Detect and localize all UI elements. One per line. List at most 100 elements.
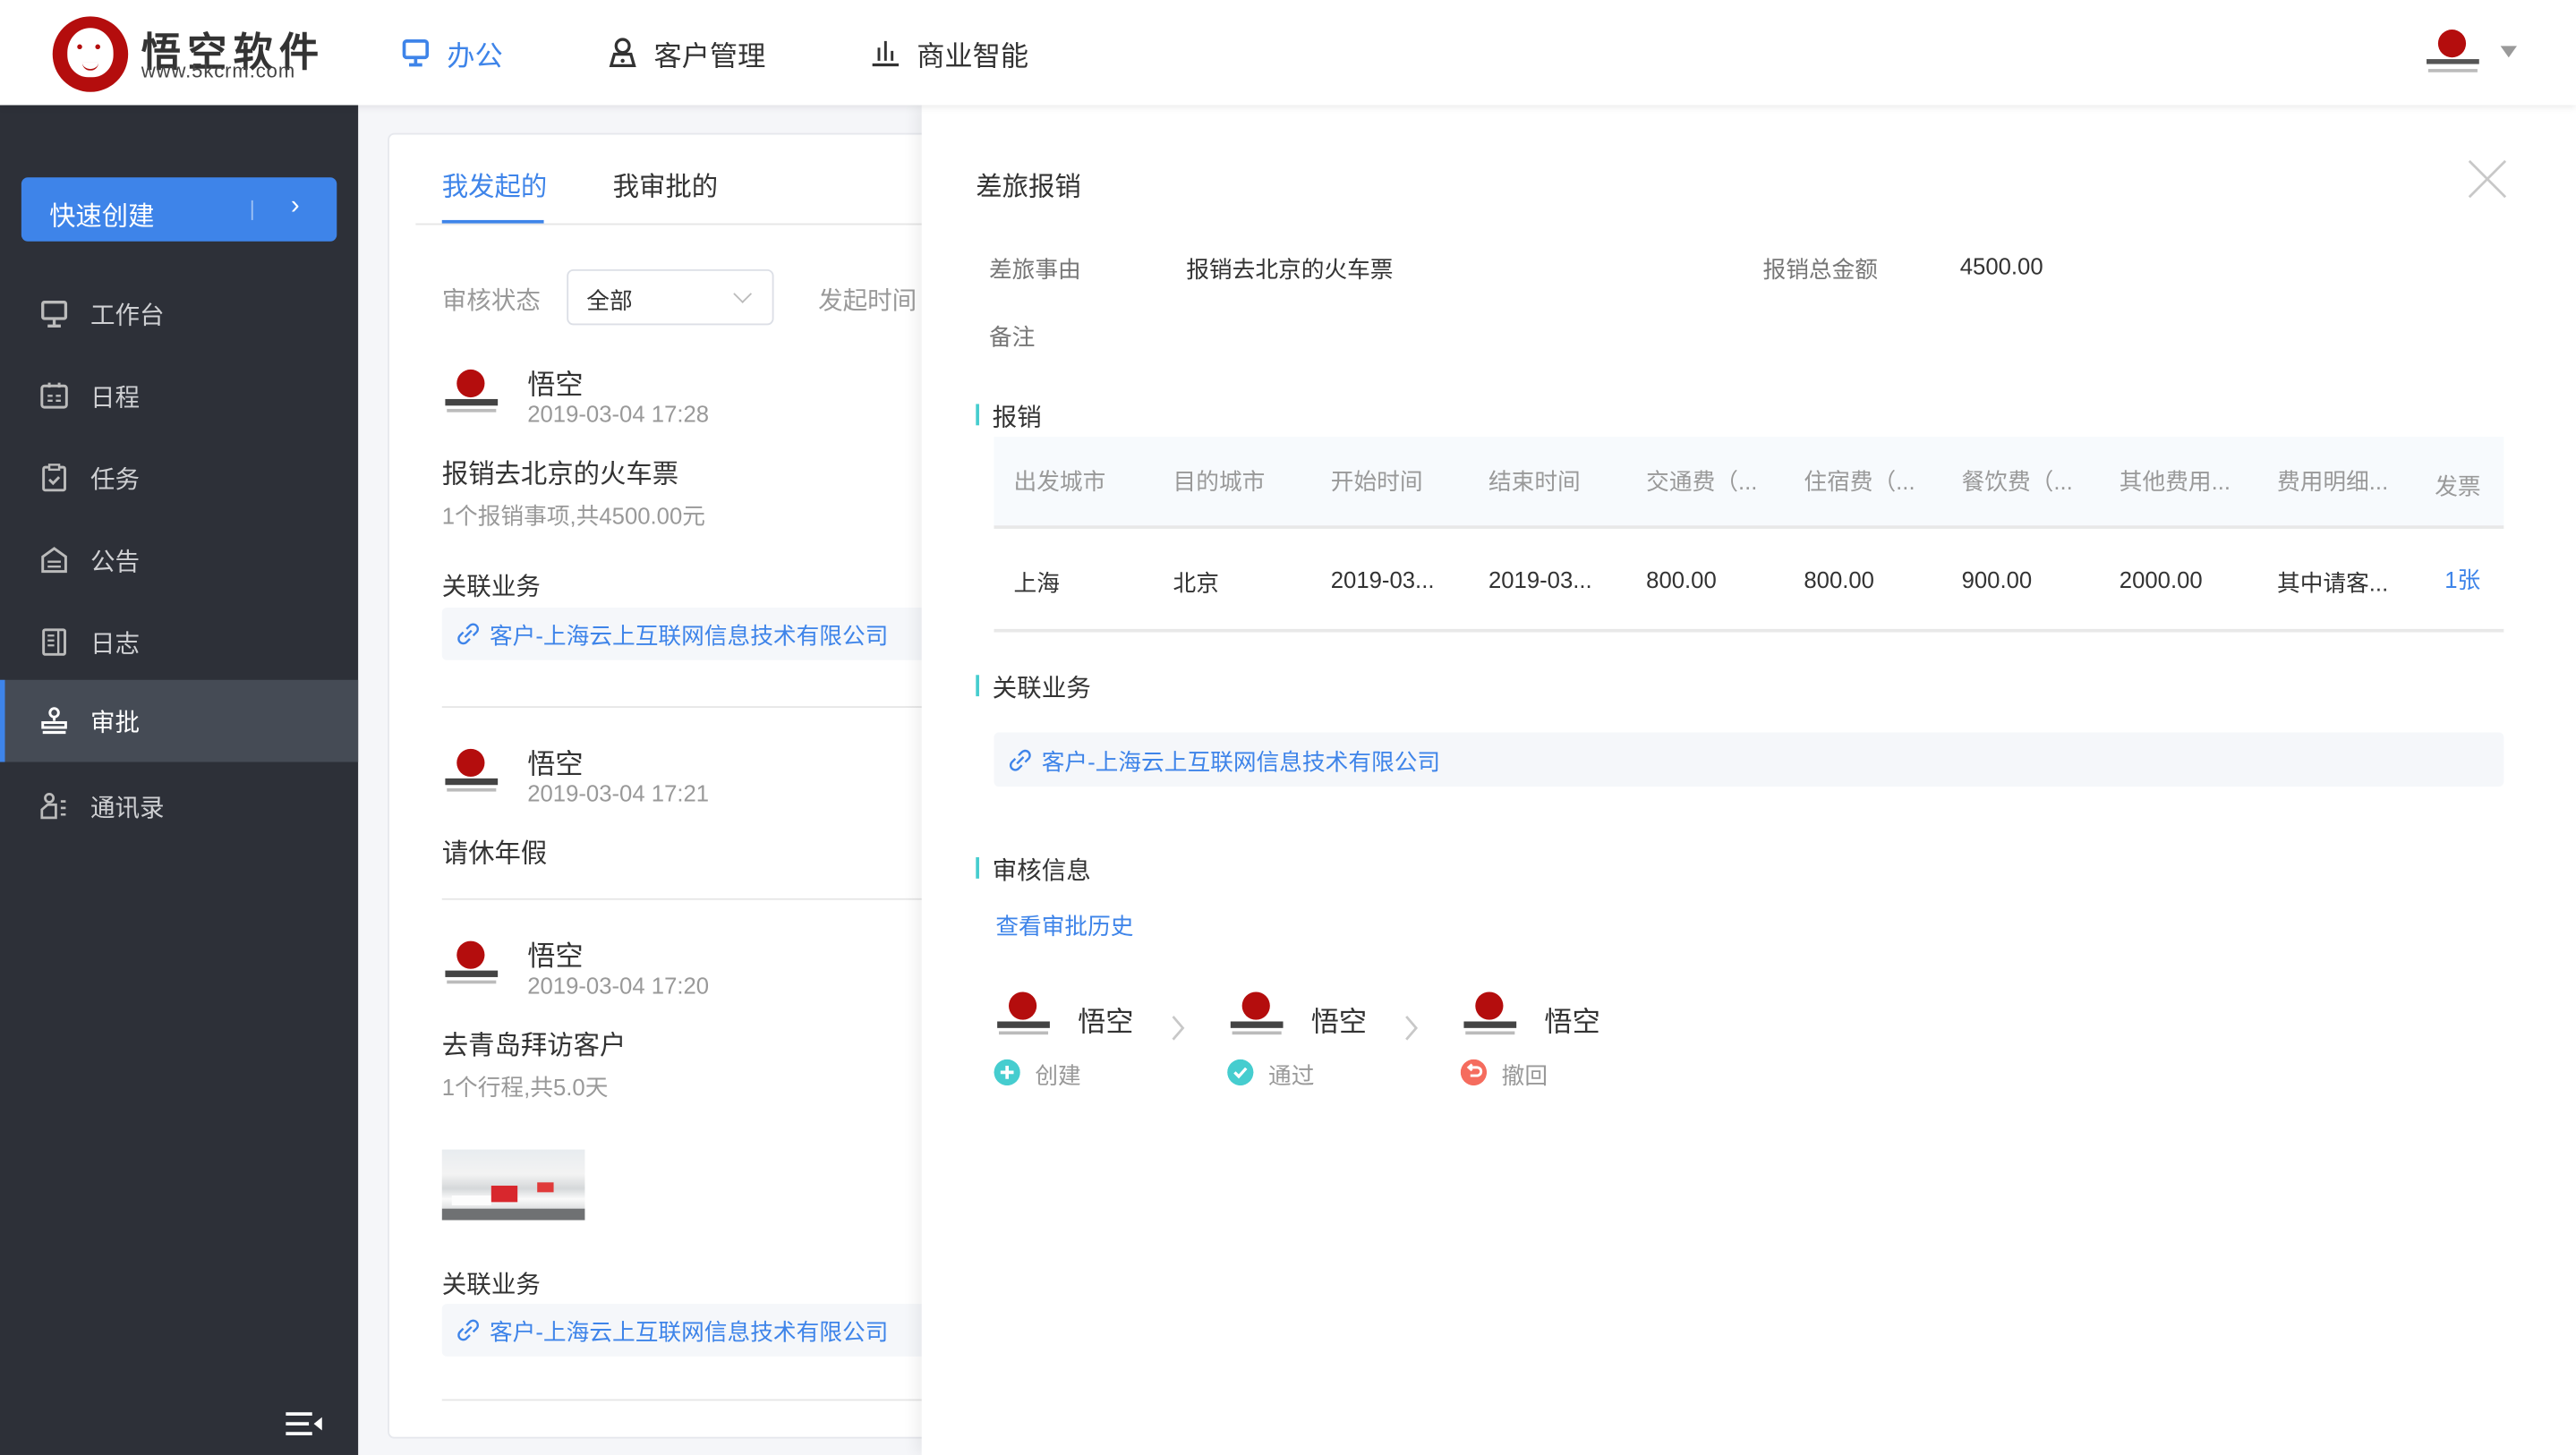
section-title-related: 关联业务	[976, 670, 1091, 705]
card-user-name: 悟空	[527, 748, 584, 780]
table-cell: 900.00	[1961, 566, 2033, 593]
nav-customer-management[interactable]: 客户管理	[608, 30, 765, 75]
calendar-icon	[38, 379, 71, 413]
link-icon	[457, 623, 479, 645]
table-cell: 上海	[1013, 569, 1060, 597]
chevron-down-icon	[733, 285, 753, 303]
status-filter-label: 审核状态	[441, 287, 541, 316]
step-status: 撤回	[1501, 1062, 1548, 1089]
sidebar-item-workbench[interactable]: 工作台	[0, 273, 358, 355]
approver-name: 悟空	[1544, 1006, 1600, 1038]
step-status: 创建	[1035, 1062, 1081, 1089]
nav-business-intelligence[interactable]: 商业智能	[871, 30, 1028, 75]
tab-divider	[415, 223, 942, 225]
related-business-link[interactable]: 客户-上海云上互联网信息技术有限公司	[441, 1304, 935, 1357]
drawer-title: 差旅报销	[976, 174, 1081, 202]
sidebar-item-schedule[interactable]: 日程	[0, 354, 358, 437]
related-business-label: 关联业务	[441, 1271, 541, 1299]
sidebar-item-log[interactable]: 日志	[0, 601, 358, 684]
approver-name: 悟空	[1078, 1006, 1134, 1038]
status-filter-value: 全部	[586, 287, 633, 314]
quick-create-button[interactable]: 快速创建 ›	[21, 177, 337, 242]
sidebar-item-label: 日程	[90, 383, 141, 412]
active-tab-indicator	[441, 219, 544, 224]
announcement-icon	[38, 543, 71, 576]
list-item[interactable]: 悟空 2019-03-04 17:21 请休年假	[441, 741, 945, 900]
column-header: 出发城市	[1013, 468, 1106, 495]
sidebar-item-label: 任务	[90, 465, 141, 494]
plus-circle-icon	[994, 1059, 1020, 1086]
divider	[441, 706, 935, 708]
column-header: 结束时间	[1488, 468, 1581, 495]
table-row: 上海 北京 2019-03... 2019-03... 800.00 800.0…	[994, 529, 2504, 633]
stamp-icon	[38, 704, 71, 737]
card-time: 2019-03-04 17:28	[527, 400, 710, 428]
user-avatar[interactable]	[2423, 24, 2483, 84]
link-icon	[1009, 749, 1031, 771]
monitor-icon	[402, 39, 430, 67]
column-header: 其他费用...	[2119, 468, 2231, 495]
caret-down-icon[interactable]	[2500, 46, 2517, 58]
detail-drawer: 差旅报销 差旅事由 报销去北京的火车票 报销总金额 4500.00 备注 报销 …	[921, 105, 2576, 1455]
attachment-image[interactable]	[441, 1149, 585, 1221]
status-filter-select[interactable]: 全部	[567, 268, 774, 326]
approval-step: 悟空 通过	[1227, 986, 1424, 1102]
section-title-audit: 审核信息	[976, 852, 1091, 887]
related-business-link[interactable]: 客户-上海云上互联网信息技术有限公司	[994, 732, 2504, 787]
related-business-text: 客户-上海云上互联网信息技术有限公司	[489, 1318, 889, 1346]
approver-name: 悟空	[1310, 1006, 1368, 1038]
nav-office[interactable]: 办公	[401, 30, 503, 75]
view-approval-history-link[interactable]: 查看审批历史	[995, 910, 1133, 943]
card-user-name: 悟空	[527, 369, 584, 401]
related-business-text: 客户-上海云上互联网信息技术有限公司	[1041, 748, 1441, 776]
table-cell: 2019-03...	[1488, 566, 1592, 593]
invoice-link[interactable]: 1张	[2444, 563, 2480, 596]
collapse-menu-icon[interactable]	[283, 1409, 326, 1439]
chevron-right-icon	[1405, 1016, 1419, 1041]
column-header: 目的城市	[1173, 468, 1266, 495]
table-cell: 800.00	[1804, 566, 1874, 593]
nav-bi-label: 商业智能	[917, 39, 1029, 72]
sidebar-item-label: 日志	[90, 629, 141, 658]
section-title-reimburse: 报销	[976, 399, 1042, 434]
close-icon[interactable]	[2466, 157, 2509, 200]
sidebar-item-approval[interactable]: 审批	[0, 679, 359, 762]
approval-step: 悟空 撤回	[1460, 986, 1658, 1102]
time-filter-label: 发起时间	[818, 287, 917, 316]
sidebar: 快速创建 › 工作台 日程 任务 公告 日志 审批 通讯录	[0, 105, 359, 1455]
logo-url: www.5kcrm.com	[141, 59, 296, 82]
related-business-link[interactable]: 客户-上海云上互联网信息技术有限公司	[441, 608, 935, 660]
card-user-name: 悟空	[527, 940, 584, 973]
link-icon	[457, 1319, 479, 1341]
bar-chart-icon	[872, 40, 900, 67]
column-header: 费用明细...	[2277, 468, 2389, 495]
card-time: 2019-03-04 17:20	[527, 972, 710, 999]
monitor-icon	[38, 297, 71, 330]
step-status: 通过	[1268, 1062, 1315, 1089]
column-header: 开始时间	[1330, 468, 1423, 495]
field-label-total-amount: 报销总金额	[1762, 256, 1878, 283]
tab-approved-by-me[interactable]: 我审批的	[613, 165, 719, 204]
table-cell: 2000.00	[2119, 566, 2203, 593]
card-subtitle: 1个报销事项,共4500.00元	[441, 502, 705, 529]
sidebar-item-label: 公告	[90, 548, 141, 576]
tab-initiated-by-me[interactable]: 我发起的	[442, 165, 548, 204]
approval-step: 悟空 创建	[994, 986, 1190, 1102]
card-title: 报销去北京的火车票	[441, 461, 679, 489]
sidebar-item-label: 审批	[90, 708, 141, 737]
sidebar-item-contacts[interactable]: 通讯录	[0, 765, 358, 847]
field-label-remark: 备注	[988, 323, 1036, 350]
task-icon	[38, 462, 71, 495]
card-time: 2019-03-04 17:21	[527, 779, 710, 807]
field-value-trip-reason: 报销去北京的火车票	[1186, 256, 1394, 283]
avatar	[1460, 986, 1520, 1047]
avatar	[441, 936, 501, 996]
sidebar-item-announcement[interactable]: 公告	[0, 519, 358, 601]
list-item[interactable]: 悟空 2019-03-04 17:20 去青岛拜访客户 1个行程,共5.0天 关…	[441, 932, 945, 1408]
column-header: 住宿费（...	[1804, 468, 1915, 495]
logo-icon[interactable]	[52, 16, 129, 92]
avatar	[1227, 986, 1287, 1047]
list-item[interactable]: 悟空 2019-03-04 17:28 报销去北京的火车票 1个报销事项,共45…	[441, 362, 945, 708]
sidebar-item-task[interactable]: 任务	[0, 437, 358, 519]
table-cell: 其中请客...	[2277, 569, 2389, 597]
